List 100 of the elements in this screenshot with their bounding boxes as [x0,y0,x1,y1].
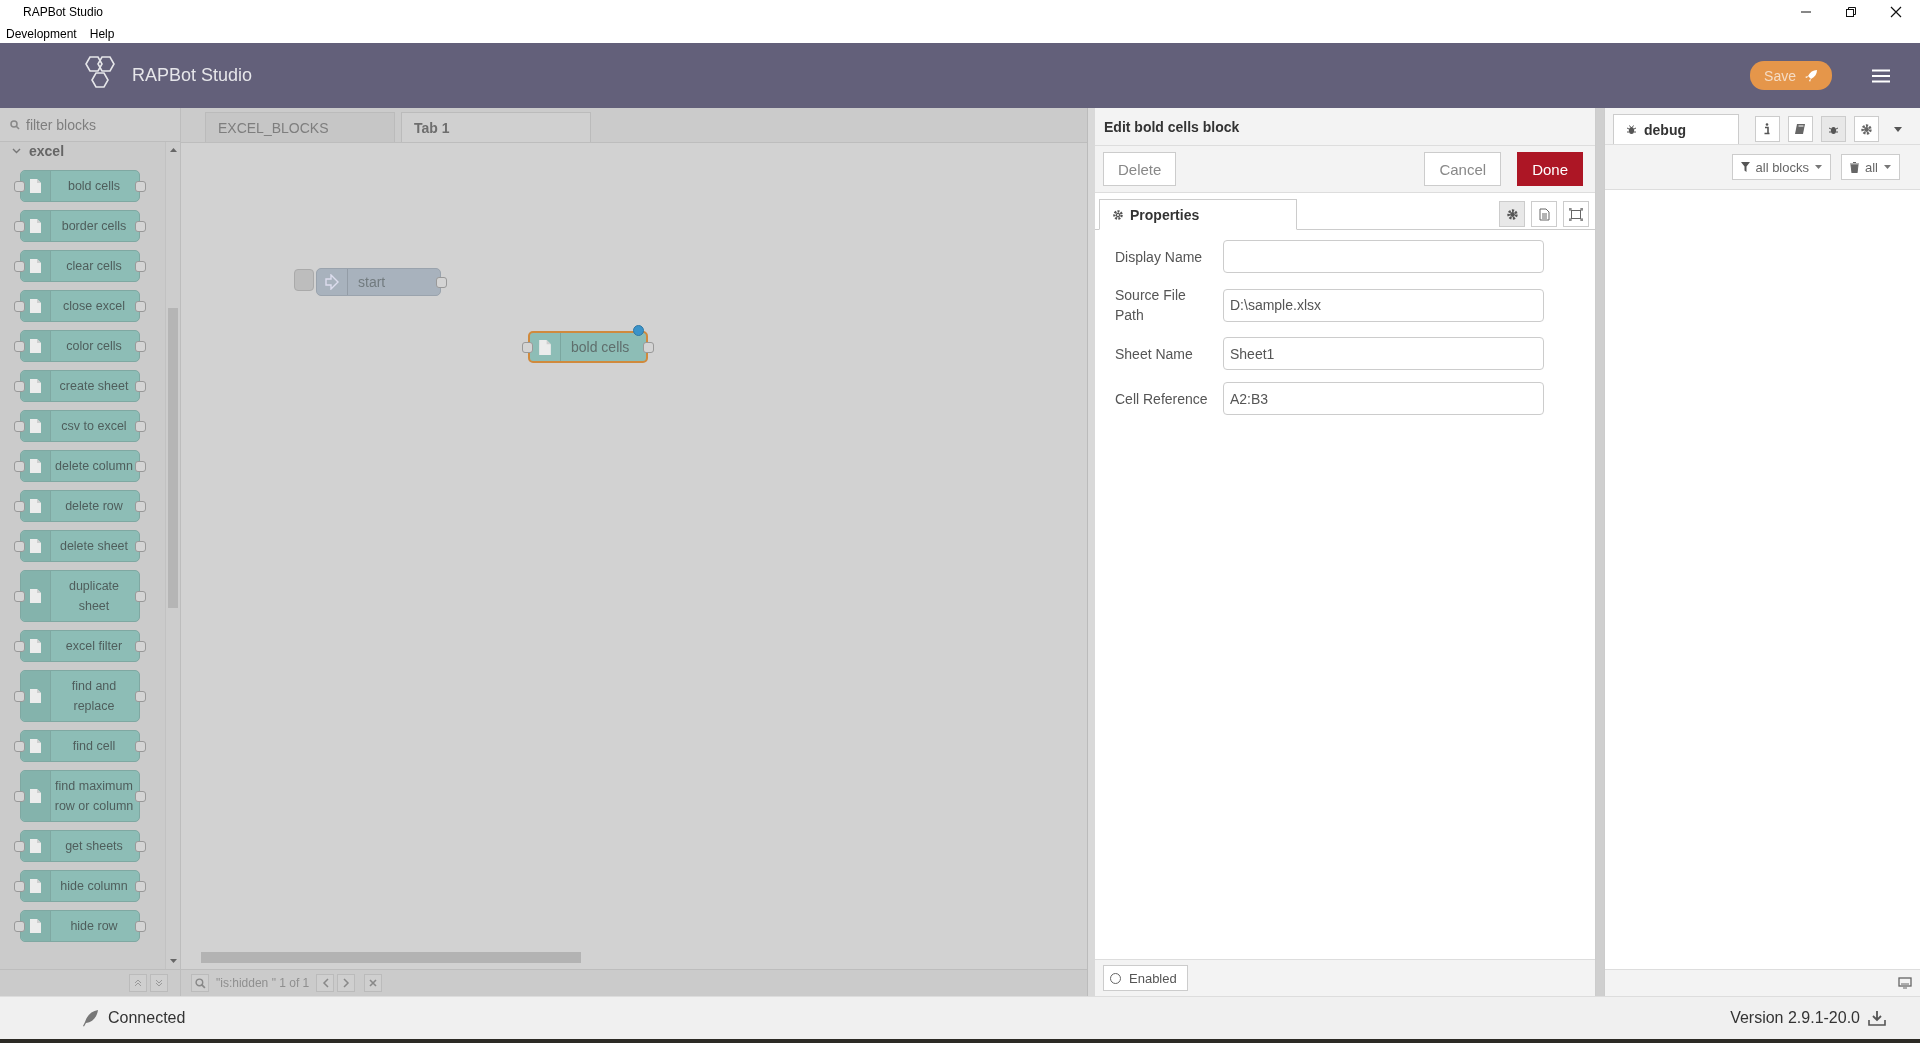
clear-dropdown[interactable]: all [1841,154,1900,180]
arrow-icon [325,274,339,290]
output-port[interactable] [135,341,146,352]
double-chevron-down-icon [155,979,163,987]
menu-item[interactable]: Development [6,26,77,41]
previous-button[interactable] [316,974,335,992]
scrollbar-thumb[interactable] [201,951,581,963]
palette-block[interactable]: bold cells [20,170,140,202]
restore-icon[interactable] [1845,6,1857,18]
close-icon [369,979,378,987]
output-port[interactable] [135,461,146,472]
palette-block[interactable]: delete row [20,490,140,522]
close-icon[interactable] [1890,6,1902,18]
input-field[interactable] [1223,240,1544,273]
menu-item[interactable]: Help [89,26,115,41]
flow-node[interactable]: bold cells [528,331,648,363]
trigger-button[interactable] [294,269,314,291]
resize-handle[interactable] [1087,108,1095,996]
output-port[interactable] [135,641,146,652]
input-field[interactable]: Sheet1 [1223,337,1544,370]
filter-field[interactable]: filter blocks [24,115,168,134]
workspace-tab[interactable]: EXCEL_BLOCKS [205,112,395,142]
output-port[interactable] [135,261,146,272]
output-port[interactable] [135,501,146,512]
filter-dropdown[interactable]: all blocks [1731,154,1831,180]
vertical-scrollbar[interactable] [165,142,180,969]
output-port[interactable] [135,381,146,392]
palette-block[interactable]: hide column [20,870,140,902]
output-port[interactable] [643,342,654,353]
app-title: RAPBot Studio [132,65,253,86]
debug-tab[interactable]: debug [1613,114,1739,144]
palette-block[interactable]: find and replace [20,670,140,722]
document-icon [29,738,42,754]
input-field[interactable]: A2:B3 [1223,382,1544,415]
palette-block[interactable]: delete sheet [20,530,140,562]
output-port[interactable] [135,541,146,552]
save-button[interactable]: Save [1750,61,1832,90]
funnel-icon [1740,162,1750,172]
palette-block[interactable]: duplicate sheet [20,570,140,622]
document-icon [538,338,552,356]
expand-all-button[interactable] [150,974,168,992]
properties-tab[interactable]: Properties [1099,199,1297,230]
output-port[interactable] [135,791,146,802]
cancel-button[interactable]: Cancel [1424,152,1502,186]
palette-block[interactable]: excel filter [20,630,140,662]
output-port[interactable] [135,881,146,892]
delete-button[interactable]: Delete [1103,152,1177,186]
palette-block[interactable]: border cells [20,210,140,242]
chevron-right-icon [342,978,350,988]
palette-block[interactable]: csv to excel [20,410,140,442]
editor-title: Edit bold cells block [1095,108,1595,146]
palette-block[interactable]: create sheet [20,370,140,402]
output-port[interactable] [135,691,146,702]
output-port[interactable] [135,301,146,312]
monitor-icon[interactable] [1898,977,1912,989]
caret-icon [1815,165,1822,169]
workspace-tab[interactable]: Tab 1 [401,112,591,142]
output-port[interactable] [135,181,146,192]
output-port[interactable] [135,841,146,852]
settings-button[interactable] [1499,201,1525,227]
palette-block[interactable]: get sheets [20,830,140,862]
description-button[interactable] [1531,201,1557,227]
palette-block[interactable]: close excel [20,290,140,322]
scrollbar-thumb[interactable] [168,308,178,608]
document-icon [29,338,42,354]
output-port[interactable] [135,921,146,932]
palette-block[interactable]: find cell [20,730,140,762]
menu-icon[interactable] [1872,68,1890,83]
search-button[interactable] [191,974,209,992]
close-search-button[interactable] [364,974,383,992]
field-label: Cell Reference [1115,389,1209,409]
next-button[interactable] [337,974,356,992]
flow-node[interactable]: start [316,268,441,296]
debug-button[interactable] [1820,116,1846,142]
document-icon [29,588,42,604]
done-button[interactable]: Done [1517,152,1583,186]
connection-status: Connected [108,1009,186,1027]
palette-block[interactable]: hide row [20,910,140,942]
download-icon[interactable] [1868,1010,1886,1026]
category-header[interactable]: excel [12,142,65,160]
output-port[interactable] [135,421,146,432]
book-icon [1794,123,1807,135]
output-port[interactable] [436,277,447,288]
output-port[interactable] [135,741,146,752]
appearance-button[interactable] [1563,201,1589,227]
output-port[interactable] [135,591,146,602]
input-field[interactable]: D:\sample.xlsx [1223,288,1544,322]
settings-button[interactable] [1853,116,1879,142]
field-label: Source File Path [1115,286,1187,325]
info-button[interactable] [1754,116,1780,142]
palette-block[interactable]: delete column [20,450,140,482]
palette-block[interactable]: find maximum row or column [20,770,140,822]
collapse-all-button[interactable] [129,974,147,992]
book-button[interactable] [1787,116,1813,142]
document-icon [29,458,42,474]
document-icon [1538,207,1550,221]
palette-block[interactable]: clear cells [20,250,140,282]
output-port[interactable] [135,221,146,232]
palette-block[interactable]: color cells [20,330,140,362]
enabled-toggle[interactable]: Enabled [1103,965,1188,991]
